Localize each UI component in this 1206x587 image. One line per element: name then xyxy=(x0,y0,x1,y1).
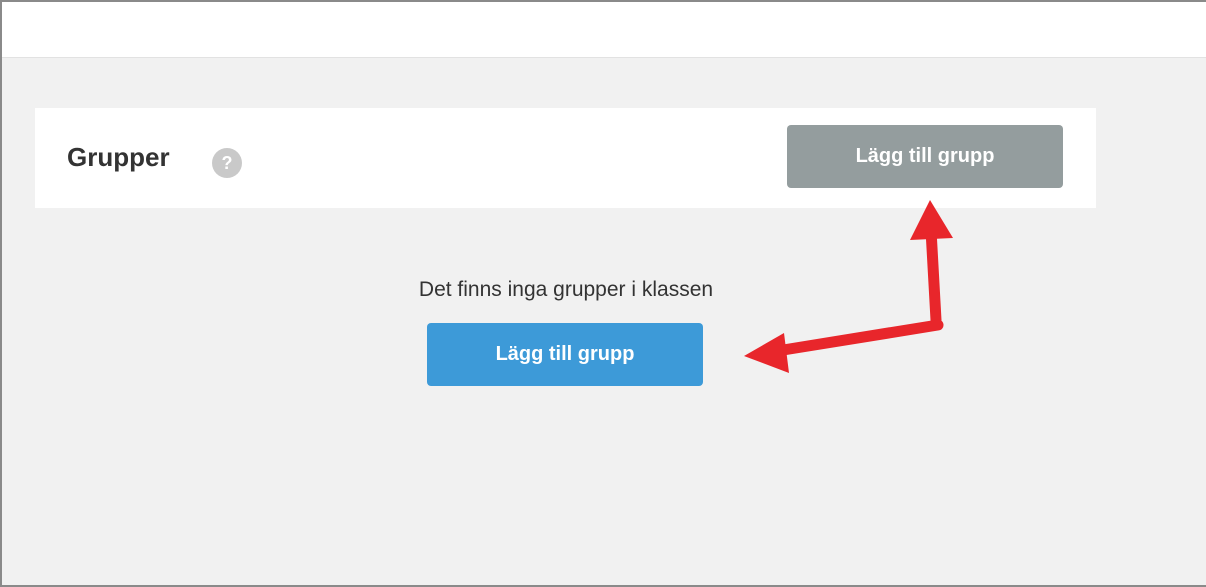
page-title: Grupper xyxy=(67,142,170,172)
top-bar xyxy=(2,2,1206,58)
add-group-header-button[interactable]: Lägg till grupp xyxy=(787,125,1063,188)
empty-state-message: Det finns inga grupper i klassen xyxy=(418,278,714,301)
app-window: Grupper ? Lägg till grupp Det finns inga… xyxy=(0,0,1206,587)
groups-header: Grupper ? Lägg till grupp xyxy=(35,108,1096,208)
help-icon[interactable]: ? xyxy=(212,148,242,178)
add-group-button[interactable]: Lägg till grupp xyxy=(427,323,703,386)
main-content: Grupper ? Lägg till grupp Det finns inga… xyxy=(2,58,1206,585)
